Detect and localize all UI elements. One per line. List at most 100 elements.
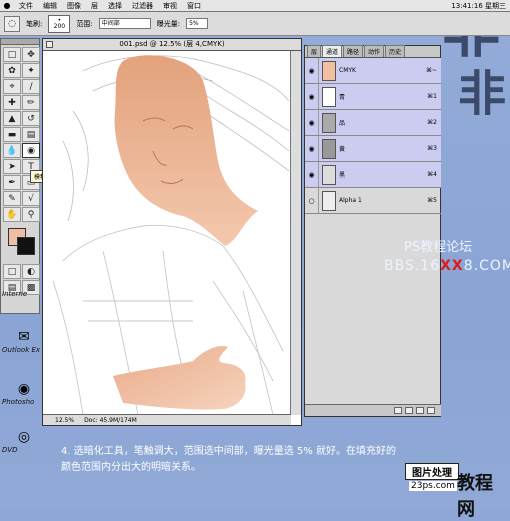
eye-icon[interactable]: ◉ xyxy=(305,110,319,135)
new-channel-icon[interactable] xyxy=(416,407,424,414)
range-select[interactable]: 中间部 xyxy=(98,18,151,29)
channel-name: CMYK xyxy=(339,67,356,74)
zoom-tool-icon[interactable]: ⚲ xyxy=(22,207,40,222)
channels-panel: 层 通道 路径 动作 历史 ◉ CMYK ⌘~ ◉ 青 ⌘1 ◉ 品 ⌘2 ◉ … xyxy=(304,45,441,417)
tutorial-caption: 4. 选暗化工具，笔触调大，范围选中间部，曝光量选 5% 就好。在填充好的 颜色… xyxy=(61,444,461,476)
channel-thumbnail xyxy=(322,138,336,159)
channel-row-cmyk[interactable]: ◉ CMYK ⌘~ xyxy=(305,58,441,84)
menu-layer[interactable]: 层 xyxy=(86,1,103,11)
menu-file[interactable]: 文件 xyxy=(14,1,38,11)
channel-shortcut: ⌘1 xyxy=(427,93,437,100)
logo-big-text: 教程网 xyxy=(457,473,493,520)
document-window: 001.psd @ 12.5% (层 4,CMYK) 12.5% Doc: 45… xyxy=(42,38,302,426)
artwork-illustration xyxy=(52,55,290,415)
channel-row-yellow[interactable]: ◉ 黄 ⌘3 xyxy=(305,136,441,162)
caption-line-1: 4. 选暗化工具，笔触调大，范围选中间部，曝光量选 5% 就好。在填充好的 xyxy=(61,446,396,457)
load-selection-icon[interactable] xyxy=(394,407,402,414)
brush-picker[interactable]: • 200 xyxy=(48,14,71,33)
eraser-tool-icon[interactable]: ▬ xyxy=(3,127,21,142)
hand-tool-icon[interactable]: ✋ xyxy=(3,207,21,222)
dvd-icon: ◎ xyxy=(17,429,31,445)
watermark-url-b: 8.COM xyxy=(463,258,510,274)
document-canvas[interactable] xyxy=(43,51,291,415)
slice-tool-icon[interactable]: ∕ xyxy=(22,79,40,94)
channel-shortcut: ⌘3 xyxy=(427,145,437,152)
menu-edit[interactable]: 编辑 xyxy=(38,1,62,11)
menu-select[interactable]: 选择 xyxy=(103,1,127,11)
pen-tool-icon[interactable]: ✒ xyxy=(3,175,21,190)
desktop-icon-dvd[interactable]: ◎ DVD xyxy=(0,428,44,454)
menu-filter[interactable]: 过滤器 xyxy=(127,1,158,11)
blur-tool-icon[interactable]: 💧 xyxy=(3,143,21,158)
menu-image[interactable]: 图像 xyxy=(62,1,86,11)
standard-mode-icon[interactable]: □ xyxy=(3,264,21,279)
watermark-url-a: BBS.16 xyxy=(384,258,441,274)
watermark-url: BBS.16XX8.COM xyxy=(384,258,510,274)
channel-row-cyan[interactable]: ◉ 青 ⌘1 xyxy=(305,84,441,110)
crop-tool-icon[interactable]: ⌖ xyxy=(3,79,21,94)
brush-tool-icon[interactable]: ✏ xyxy=(22,95,40,110)
channel-name: 黄 xyxy=(339,146,346,153)
lasso-tool-icon[interactable]: ✿ xyxy=(3,63,21,78)
dodge-burn-tool-icon[interactable]: ◉ xyxy=(22,143,40,158)
eye-icon[interactable]: ◉ xyxy=(305,162,319,187)
zoom-level[interactable]: 12.5% xyxy=(55,417,74,424)
menu-window[interactable]: 窗口 xyxy=(182,1,206,11)
tool-preset-button[interactable]: ◌ xyxy=(4,15,20,32)
panel-tabs: 层 通道 路径 动作 历史 xyxy=(305,45,440,58)
move-tool-icon[interactable]: ✥ xyxy=(22,47,40,62)
document-title: 001.psd @ 12.5% (层 4,CMYK) xyxy=(119,40,225,48)
eyedropper-tool-icon[interactable]: √ xyxy=(22,191,40,206)
path-select-tool-icon[interactable]: ➤ xyxy=(3,159,21,174)
healing-tool-icon[interactable]: ✚ xyxy=(3,95,21,110)
desktop-icon-label: Photosho xyxy=(2,398,35,406)
channel-list: ◉ CMYK ⌘~ ◉ 青 ⌘1 ◉ 品 ⌘2 ◉ 黄 ⌘3 ◉ 黑 ⌘4 ○ … xyxy=(305,58,441,214)
desktop-icon-photoshop[interactable]: ◉ Photosho xyxy=(0,380,44,406)
menubar-clock: 13:41:16 星期三 xyxy=(451,2,506,10)
document-titlebar[interactable]: 001.psd @ 12.5% (层 4,CMYK) xyxy=(43,39,301,51)
stamp-tool-icon[interactable]: ▲ xyxy=(3,111,21,126)
channel-thumbnail xyxy=(322,164,336,185)
document-scrollbar[interactable] xyxy=(290,51,301,415)
brush-size: 200 xyxy=(53,22,66,30)
notes-tool-icon[interactable]: ✎ xyxy=(3,191,21,206)
quickmask-mode-icon[interactable]: ◐ xyxy=(22,264,40,279)
apple-menu-icon[interactable]: ● xyxy=(0,1,14,10)
desktop-icon-label: Interne xyxy=(2,290,28,298)
tab-channels[interactable]: 通道 xyxy=(322,45,343,57)
close-icon[interactable] xyxy=(46,41,53,48)
channel-row-alpha1[interactable]: ○ Alpha 1 ⌘5 xyxy=(305,188,441,214)
marquee-tool-icon[interactable]: □ xyxy=(3,47,21,62)
eye-icon[interactable]: ○ xyxy=(305,188,319,213)
tab-actions[interactable]: 动作 xyxy=(364,45,385,57)
channel-row-black[interactable]: ◉ 黑 ⌘4 xyxy=(305,162,441,188)
watermark-title: PS教程论坛 xyxy=(404,240,473,255)
gradient-tool-icon[interactable]: ▤ xyxy=(22,127,40,142)
desktop-icon-label: DVD xyxy=(2,446,18,454)
eye-icon[interactable]: ◉ xyxy=(305,136,319,161)
tab-paths[interactable]: 路径 xyxy=(343,45,364,57)
channel-thumbnail xyxy=(322,112,336,133)
logo-url: 23ps.com xyxy=(409,481,457,491)
tab-history[interactable]: 历史 xyxy=(385,45,406,57)
exposure-input[interactable]: 5% xyxy=(186,18,209,29)
channel-name: Alpha 1 xyxy=(339,197,362,204)
desktop-icon-outlook[interactable]: ✉ Outlook Ex xyxy=(0,328,44,354)
background-color-swatch[interactable] xyxy=(17,237,35,255)
eye-icon[interactable]: ◉ xyxy=(305,84,319,109)
options-bar: ◌ 笔刷: • 200 范围: 中间部 曝光量: 5% xyxy=(0,12,510,36)
eye-icon[interactable]: ◉ xyxy=(305,58,319,83)
mail-icon: ✉ xyxy=(18,329,30,345)
watermark-url-red: XX xyxy=(440,258,464,274)
channel-shortcut: ⌘~ xyxy=(425,67,437,74)
tab-layers[interactable]: 层 xyxy=(307,45,322,57)
trash-icon[interactable] xyxy=(427,407,435,414)
save-selection-icon[interactable] xyxy=(405,407,413,414)
desktop-icon-internet[interactable]: Interne xyxy=(0,290,44,298)
menu-view[interactable]: 审视 xyxy=(158,1,182,11)
color-swatches xyxy=(3,226,37,260)
channel-row-magenta[interactable]: ◉ 品 ⌘2 xyxy=(305,110,441,136)
magic-wand-tool-icon[interactable]: ✦ xyxy=(22,63,40,78)
history-brush-tool-icon[interactable]: ↺ xyxy=(22,111,40,126)
corner-logo: 图片处理 23ps.com 教程网 xyxy=(405,463,505,520)
